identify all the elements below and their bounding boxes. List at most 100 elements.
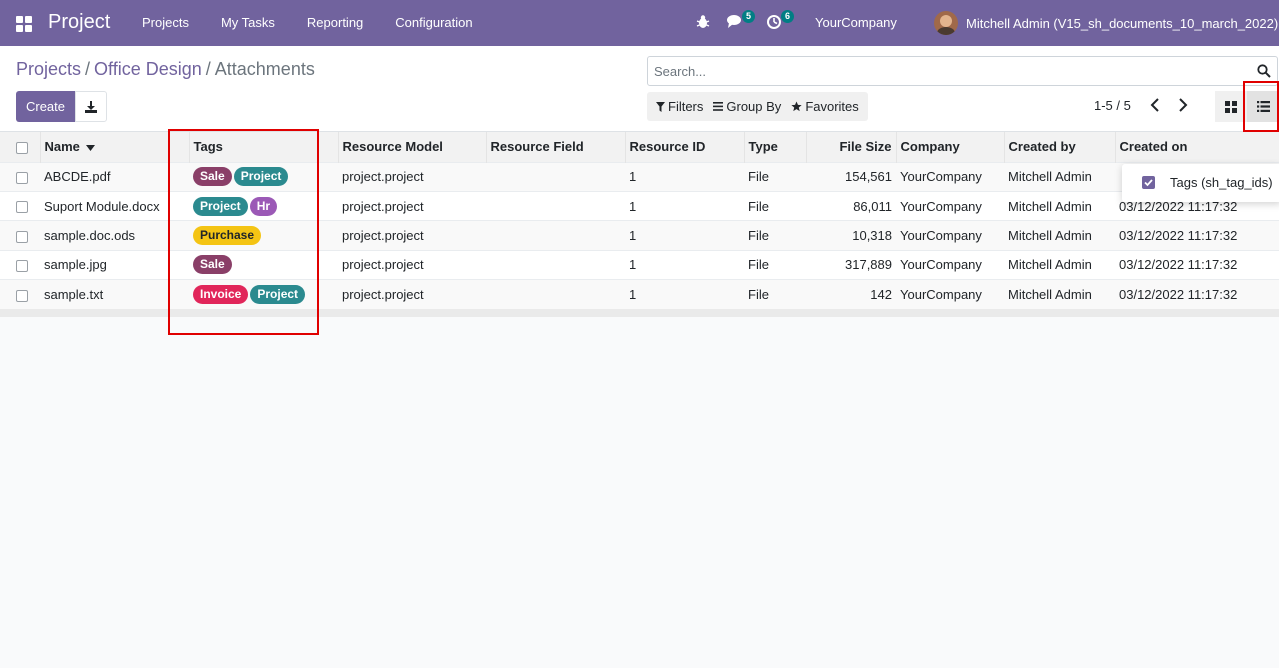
activities-clock-icon[interactable]: 6	[766, 10, 794, 32]
filters-button[interactable]: Filters	[651, 92, 708, 121]
table-row[interactable]: sample.doc.ods Purchase project.project …	[0, 220, 1279, 251]
breadcrumb-separator: /	[205, 59, 211, 79]
cell-type[interactable]: File	[744, 250, 806, 279]
cell-resource-model[interactable]: project.project	[338, 250, 486, 279]
cell-created-on[interactable]: 03/12/2022 11:17:32	[1115, 280, 1279, 309]
cell-company[interactable]: YourCompany	[896, 250, 1004, 279]
column-header-type[interactable]: Type	[743, 132, 806, 162]
cell-resource-model[interactable]: project.project	[338, 280, 486, 309]
table-row[interactable]: Suport Module.docx Project Hr project.pro…	[0, 191, 1279, 220]
menu-projects[interactable]: Projects	[126, 0, 205, 46]
pager-value[interactable]: 1-5 / 5	[1094, 98, 1131, 113]
table-row[interactable]: sample.txt Invoice Project project.projec…	[0, 279, 1279, 309]
cell-file-size[interactable]: 154,561	[806, 162, 896, 191]
cell-resource-model[interactable]: project.project	[338, 191, 486, 220]
cell-type[interactable]: File	[744, 191, 806, 220]
cell-tags[interactable]: Sale Project	[189, 162, 338, 191]
apps-menu-icon[interactable]	[16, 16, 32, 32]
column-header-name[interactable]: Name	[39, 132, 189, 162]
create-button[interactable]: Create	[16, 91, 75, 122]
cell-resource-field[interactable]	[486, 280, 625, 309]
cell-resource-field[interactable]	[486, 162, 625, 191]
cell-created-by[interactable]: Mitchell Admin	[1004, 221, 1115, 250]
search-options: Filters Group By Favorites	[647, 92, 868, 121]
debug-bug-icon[interactable]	[696, 14, 714, 32]
cell-resource-field[interactable]	[486, 250, 625, 279]
cell-file-size[interactable]: 86,011	[806, 191, 896, 220]
optional-column-checkbox[interactable]	[1142, 176, 1155, 189]
row-checkbox[interactable]	[16, 289, 28, 302]
cell-created-by[interactable]: Mitchell Admin	[1004, 250, 1115, 279]
cell-resource-id[interactable]: 1	[625, 250, 744, 279]
kanban-view-button[interactable]	[1215, 91, 1247, 122]
table-row[interactable]: sample.jpg Sale project.project 1 File 3…	[0, 250, 1279, 279]
table-row[interactable]: ABCDE.pdf Sale Project project.project 1 …	[0, 162, 1279, 192]
search-input[interactable]	[648, 57, 1248, 85]
row-checkbox[interactable]	[16, 201, 28, 214]
export-download-button[interactable]	[75, 91, 107, 122]
cell-name[interactable]: sample.doc.ods	[40, 221, 189, 250]
cell-resource-field[interactable]	[486, 191, 625, 220]
column-header-tags[interactable]: Tags	[188, 132, 338, 162]
column-header-created-by[interactable]: Created by	[1003, 132, 1115, 162]
column-header-created-on[interactable]: Created on	[1114, 132, 1279, 162]
column-header-resource-field[interactable]: Resource Field	[485, 132, 625, 162]
cell-company[interactable]: YourCompany	[896, 191, 1004, 220]
cell-created-by[interactable]: Mitchell Admin	[1004, 280, 1115, 309]
app-title[interactable]: Project	[48, 11, 110, 34]
column-header-company[interactable]: Company	[895, 132, 1004, 162]
cell-company[interactable]: YourCompany	[896, 221, 1004, 250]
row-checkbox[interactable]	[16, 171, 28, 184]
select-all-checkbox[interactable]	[16, 141, 28, 154]
cell-company[interactable]: YourCompany	[896, 280, 1004, 309]
cell-resource-id[interactable]: 1	[625, 221, 744, 250]
cell-resource-id[interactable]: 1	[625, 191, 744, 220]
top-navbar: Project Projects My Tasks Reporting Conf…	[0, 0, 1279, 46]
pager-next-button[interactable]	[1177, 98, 1191, 114]
row-checkbox[interactable]	[16, 230, 28, 243]
company-switcher[interactable]: YourCompany	[815, 15, 897, 30]
cell-resource-id[interactable]: 1	[625, 280, 744, 309]
column-header-resource-model[interactable]: Resource Model	[337, 132, 486, 162]
search-icon[interactable]	[1257, 64, 1271, 78]
cell-name[interactable]: Suport Module.docx	[40, 191, 189, 220]
cell-type[interactable]: File	[744, 162, 806, 191]
cell-resource-model[interactable]: project.project	[338, 221, 486, 250]
cell-created-on[interactable]: 03/12/2022 11:17:32	[1115, 250, 1279, 279]
optional-columns-dropdown[interactable]: Tags (sh_tag_ids)	[1122, 164, 1279, 202]
menu-my-tasks[interactable]: My Tasks	[205, 0, 291, 46]
cell-created-by[interactable]: Mitchell Admin	[1004, 162, 1115, 191]
menu-reporting[interactable]: Reporting	[291, 0, 379, 46]
cell-name[interactable]: ABCDE.pdf	[40, 162, 189, 191]
cell-resource-id[interactable]: 1	[625, 162, 744, 191]
cell-name[interactable]: sample.txt	[40, 280, 189, 309]
cell-file-size[interactable]: 10,318	[806, 221, 896, 250]
user-menu[interactable]: Mitchell Admin (V15_sh_documents_10_marc…	[934, 11, 1278, 35]
cell-created-on[interactable]: 03/12/2022 11:17:32	[1115, 221, 1279, 250]
messages-chat-icon[interactable]: 5	[727, 10, 755, 32]
breadcrumb-office-design[interactable]: Office Design	[94, 59, 202, 80]
breadcrumb-projects[interactable]: Projects	[16, 59, 81, 80]
cell-company[interactable]: YourCompany	[896, 162, 1004, 191]
cell-name[interactable]: sample.jpg	[40, 250, 189, 279]
cell-created-by[interactable]: Mitchell Admin	[1004, 191, 1115, 220]
cell-file-size[interactable]: 317,889	[806, 250, 896, 279]
kanban-grid-icon	[1225, 100, 1237, 113]
cell-tags[interactable]: Purchase	[189, 221, 338, 250]
column-header-file-size[interactable]: File Size	[805, 132, 896, 162]
column-header-resource-id[interactable]: Resource ID	[624, 132, 744, 162]
group-by-button[interactable]: Group By	[708, 92, 786, 121]
menu-configuration[interactable]: Configuration	[379, 0, 488, 46]
cell-type[interactable]: File	[744, 280, 806, 309]
cell-tags[interactable]: Sale	[189, 250, 338, 279]
cell-resource-model[interactable]: project.project	[338, 162, 486, 191]
cell-type[interactable]: File	[744, 221, 806, 250]
cell-tags[interactable]: Invoice Project	[189, 280, 338, 309]
cell-tags[interactable]: Project Hr	[189, 191, 338, 220]
cell-file-size[interactable]: 142	[806, 280, 896, 309]
cell-resource-field[interactable]	[486, 221, 625, 250]
list-view-button[interactable]	[1247, 91, 1279, 122]
pager-previous-button[interactable]	[1149, 98, 1163, 114]
row-checkbox[interactable]	[16, 259, 28, 272]
favorites-button[interactable]: Favorites	[786, 92, 863, 121]
